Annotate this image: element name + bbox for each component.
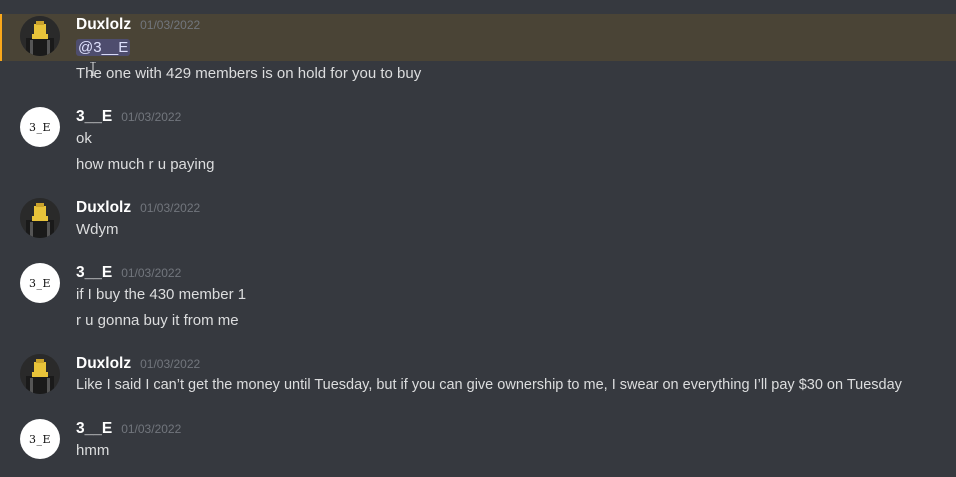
message-text: hmm: [76, 442, 110, 459]
timestamp: 01/03/2022: [140, 201, 201, 215]
username[interactable]: Duxlolz: [76, 199, 131, 217]
avatar-label: 3_E: [28, 276, 52, 290]
message-header: 3__E 01/03/2022: [76, 108, 181, 126]
username[interactable]: Duxlolz: [76, 355, 131, 373]
timestamp: 01/03/2022: [121, 266, 182, 280]
avatar[interactable]: [20, 354, 60, 394]
text-cursor-icon: [90, 62, 96, 76]
message-text: if I buy the 430 member 1: [76, 286, 247, 303]
user-mention[interactable]: @3__E: [76, 39, 131, 56]
message-text: The one with 429 members is on hold for …: [76, 65, 422, 82]
message-header: Duxlolz 01/03/2022: [76, 355, 200, 373]
username[interactable]: 3__E: [76, 420, 112, 438]
timestamp: 01/03/2022: [140, 357, 201, 371]
message-text: r u gonna buy it from me: [76, 312, 239, 329]
message-header: 3__E 01/03/2022: [76, 264, 181, 282]
timestamp: 01/03/2022: [140, 18, 201, 32]
timestamp: 01/03/2022: [121, 110, 182, 124]
avatar-label: 3_E: [28, 120, 52, 134]
avatar[interactable]: 3_E: [20, 419, 60, 459]
message-text: @3__E: [76, 39, 131, 56]
message-header: Duxlolz 01/03/2022: [76, 16, 200, 34]
avatar-label: 3_E: [28, 432, 52, 446]
message-header: 3__E 01/03/2022: [76, 420, 181, 438]
username[interactable]: Duxlolz: [76, 16, 131, 34]
message-text: ok: [76, 130, 92, 147]
username[interactable]: 3__E: [76, 108, 112, 126]
avatar[interactable]: [20, 198, 60, 238]
avatar[interactable]: [20, 16, 60, 56]
message-text: Like I said I can’t get the money until …: [76, 377, 902, 393]
avatar[interactable]: 3_E: [20, 263, 60, 303]
username[interactable]: 3__E: [76, 264, 112, 282]
message-text: Wdym: [76, 221, 119, 238]
message-text: how much r u paying: [76, 156, 215, 173]
message-header: Duxlolz 01/03/2022: [76, 199, 200, 217]
avatar[interactable]: 3_E: [20, 107, 60, 147]
timestamp: 01/03/2022: [121, 422, 182, 436]
